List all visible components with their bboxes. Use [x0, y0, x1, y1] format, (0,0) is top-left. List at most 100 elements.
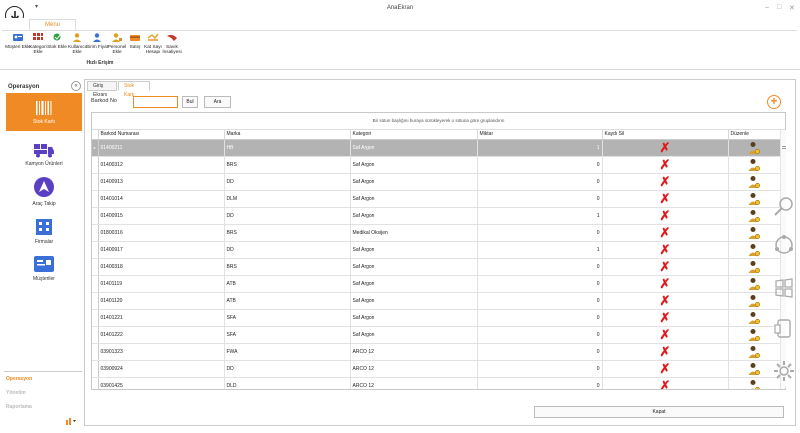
vertical-scrollbar[interactable] [780, 130, 786, 388]
column-header-kategori[interactable]: Kategori [350, 130, 478, 140]
delete-record-button[interactable]: ✗ [602, 275, 729, 293]
maximize-button[interactable]: □ [777, 4, 781, 11]
cell-barkod[interactable]: 01400312 [98, 156, 225, 174]
sidebar-collapse-button[interactable]: « [71, 81, 81, 91]
cell-miktar[interactable]: 0 [477, 309, 603, 327]
cell-barkod[interactable]: 01401222 [98, 326, 225, 344]
table-row[interactable]: 01401221 SFA Saf Argon 0 ✗ [92, 309, 781, 327]
delete-record-button[interactable]: ✗ [602, 139, 729, 157]
cell-barkod[interactable]: 01800316 [98, 224, 225, 242]
cell-miktar[interactable]: 0 [477, 190, 603, 208]
cell-marka[interactable]: SFA [224, 326, 351, 344]
cell-kategori[interactable]: Saf Argon [350, 156, 478, 174]
delete-record-button[interactable]: ✗ [602, 156, 729, 174]
delivery-button[interactable]: Savık İnsaliyesi [159, 32, 185, 54]
table-row[interactable]: 01401120 ATB Saf Argon 0 ✗ [92, 292, 781, 310]
table-row[interactable]: ▸ 01400211 HB Saf Argon 1 ✗ [92, 139, 781, 157]
delete-record-button[interactable]: ✗ [602, 326, 729, 344]
delete-record-button[interactable]: ✗ [602, 292, 729, 310]
add-new-button[interactable]: + [767, 95, 781, 109]
cell-kategori[interactable]: ARCO 12 [350, 377, 478, 389]
devices-tool[interactable] [773, 318, 795, 340]
table-row[interactable]: 01401014 DLM Saf Argon 0 ✗ [92, 190, 781, 208]
nav-group-yonetim[interactable]: Yönetim [6, 390, 80, 396]
cell-barkod[interactable]: 01401221 [98, 309, 225, 327]
edit-record-button[interactable] [728, 258, 781, 276]
sidebar-item-firmalar[interactable]: Firmalar [6, 218, 82, 246]
sidebar-item-kamyon-urunleri[interactable]: Kamyon Ürünleri [6, 142, 82, 170]
delete-record-button[interactable]: ✗ [602, 173, 729, 191]
table-row[interactable]: 03901425 DLD ARCO 12 0 ✗ [92, 377, 781, 389]
cell-marka[interactable]: BRS [224, 224, 351, 242]
delete-record-button[interactable]: ✗ [602, 343, 729, 361]
cell-kategori[interactable]: Saf Argon [350, 139, 478, 157]
sidebar-item-stok-karti[interactable]: Stok Kartı [6, 93, 82, 131]
cell-marka[interactable]: DD [224, 173, 351, 191]
minimize-button[interactable]: – [765, 4, 769, 11]
cell-barkod[interactable]: 01400211 [98, 139, 225, 157]
cell-kategori[interactable]: ARCO 12 [350, 343, 478, 361]
cell-miktar[interactable]: 1 [477, 139, 603, 157]
nav-group-raporlama[interactable]: Raporlama [6, 404, 80, 410]
table-row[interactable]: 01400913 DD Saf Argon 0 ✗ [92, 173, 781, 191]
find-button[interactable]: Bul [182, 96, 198, 108]
table-row[interactable]: 01400917 DD Saf Argon 1 ✗ [92, 241, 781, 259]
cell-kategori[interactable]: Saf Argon [350, 241, 478, 259]
cell-barkod[interactable]: 03901425 [98, 377, 225, 389]
table-row[interactable]: 01401222 SFA Saf Argon 0 ✗ [92, 326, 781, 344]
cell-miktar[interactable]: 0 [477, 224, 603, 242]
cell-kategori[interactable]: Saf Argon [350, 275, 478, 293]
cell-marka[interactable]: DLD [224, 377, 351, 389]
table-row[interactable]: 01400915 DD Saf Argon 1 ✗ [92, 207, 781, 225]
delete-record-button[interactable]: ✗ [602, 258, 729, 276]
cell-miktar[interactable]: 0 [477, 326, 603, 344]
cell-barkod[interactable]: 01400915 [98, 207, 225, 225]
cell-barkod[interactable]: 01401014 [98, 190, 225, 208]
column-header-kaydi-sil[interactable]: Kaydı Sil [602, 130, 729, 140]
cell-barkod[interactable]: 01400917 [98, 241, 225, 259]
cell-barkod[interactable]: 01400318 [98, 258, 225, 276]
delete-record-button[interactable]: ✗ [602, 241, 729, 259]
tab-giris-ekrani[interactable]: Giriş Ekranı [87, 81, 117, 98]
cell-barkod[interactable]: 01400913 [98, 173, 225, 191]
cell-kategori[interactable]: Saf Argon [350, 258, 478, 276]
cell-barkod[interactable]: 03900924 [98, 360, 225, 378]
delete-record-button[interactable]: ✗ [602, 377, 729, 389]
delete-record-button[interactable]: ✗ [602, 309, 729, 327]
cell-miktar[interactable]: 0 [477, 258, 603, 276]
cell-kategori[interactable]: Saf Argon [350, 207, 478, 225]
cell-marka[interactable]: BRS [224, 258, 351, 276]
cell-marka[interactable]: DD [224, 360, 351, 378]
barcode-input[interactable] [133, 96, 178, 108]
cell-miktar[interactable]: 0 [477, 173, 603, 191]
table-row[interactable]: 01400318 BRS Saf Argon 0 ✗ [92, 258, 781, 276]
cell-barkod[interactable]: 03901323 [98, 343, 225, 361]
cell-kategori[interactable]: Medikal Oksijen [350, 224, 478, 242]
cell-kategori[interactable]: Saf Argon [350, 292, 478, 310]
cell-kategori[interactable]: Saf Argon [350, 326, 478, 344]
cell-miktar[interactable]: 0 [477, 377, 603, 389]
cell-barkod[interactable]: 01401119 [98, 275, 225, 293]
delete-record-button[interactable]: ✗ [602, 190, 729, 208]
table-row[interactable]: 01800316 BRS Medikal Oksijen 0 ✗ [92, 224, 781, 242]
nav-options-button[interactable] [66, 417, 76, 427]
cell-marka[interactable]: HB [224, 139, 351, 157]
cell-marka[interactable]: ATB [224, 292, 351, 310]
cell-kategori[interactable]: ARCO 12 [350, 360, 478, 378]
cell-marka[interactable]: BRS [224, 156, 351, 174]
edit-record-button[interactable] [728, 173, 781, 191]
edit-record-button[interactable] [728, 156, 781, 174]
column-header-marka[interactable]: Marka [224, 130, 351, 140]
cell-marka[interactable]: ATB [224, 275, 351, 293]
tab-stok-karti[interactable]: Stok Kartı [118, 81, 150, 98]
cell-marka[interactable]: FWA [224, 343, 351, 361]
close-button[interactable]: Kapat [534, 406, 784, 418]
cell-miktar[interactable]: 0 [477, 360, 603, 378]
column-header-barkod[interactable]: Barkod Numarası [98, 130, 225, 140]
cell-marka[interactable]: DD [224, 241, 351, 259]
column-header-duzenle[interactable]: Düzenle [728, 130, 781, 140]
cell-miktar[interactable]: 0 [477, 292, 603, 310]
sidebar-item-musteriler[interactable]: Müşteriler [6, 255, 82, 285]
column-header-miktar[interactable]: Miktar [477, 130, 603, 140]
table-row[interactable]: 01401119 ATB Saf Argon 0 ✗ [92, 275, 781, 293]
